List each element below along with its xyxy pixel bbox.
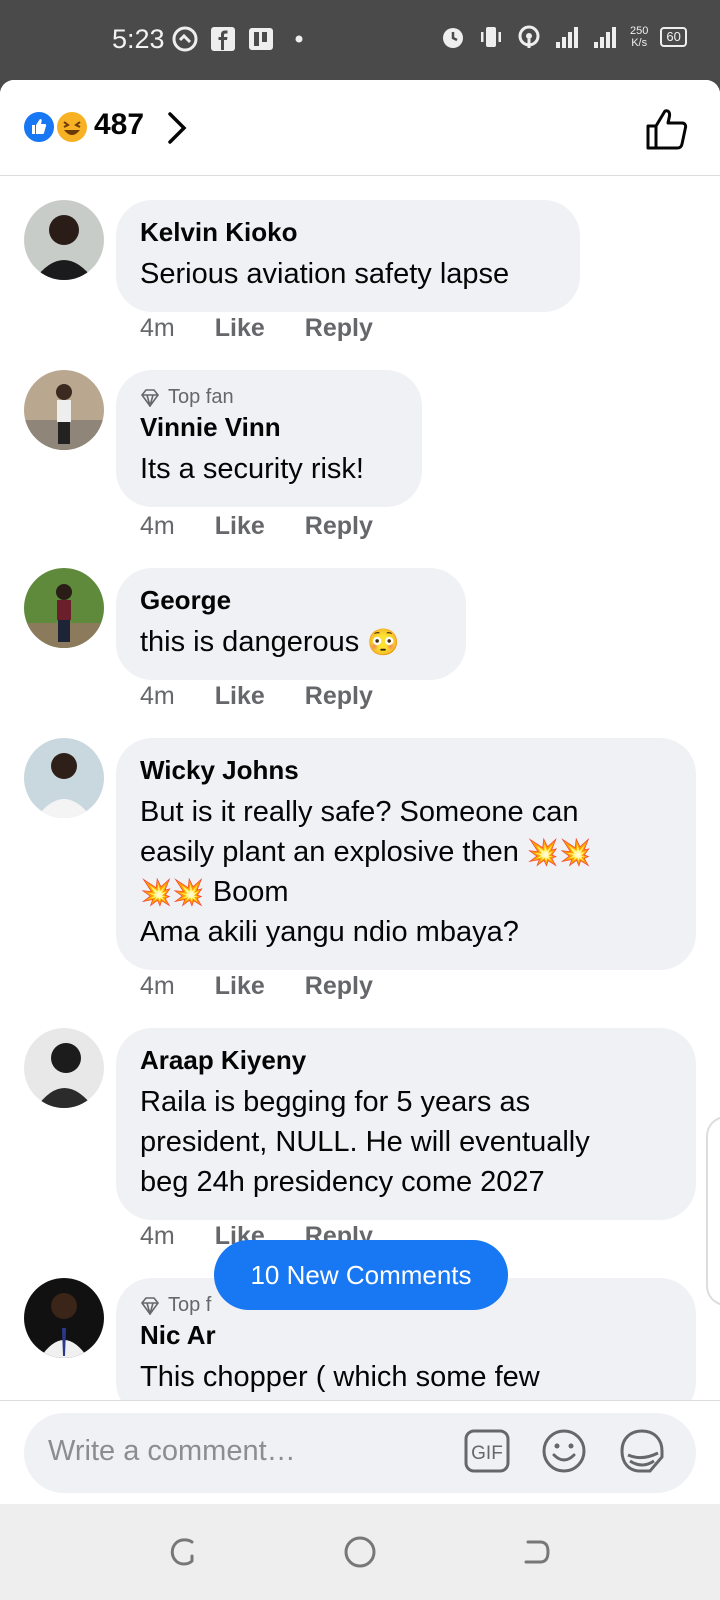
app-icon (249, 28, 273, 50)
comment-bubble[interactable]: Top fan Vinnie Vinn Its a security risk! (116, 370, 422, 507)
facebook-icon (211, 27, 235, 51)
reactions-summary-icon[interactable] (22, 110, 88, 144)
status-bar: 5:23 250 K/s 60 (0, 0, 720, 80)
comment-actions: 4m Like Reply (140, 972, 373, 1001)
comment-time[interactable]: 4m (140, 1222, 175, 1251)
comment-bubble[interactable]: Wicky Johns But is it really safe? Someo… (116, 738, 696, 970)
comment-text-line: Ama akili yangu ndio mbaya? (140, 916, 519, 948)
vpn-icon (172, 26, 198, 52)
comment-author[interactable]: Vinnie Vinn (140, 411, 398, 443)
comment-author[interactable]: Nic Ar (140, 1319, 672, 1351)
comment-text: Serious aviation safety lapse (140, 258, 510, 290)
hotspot-icon (518, 25, 540, 48)
comment-author[interactable]: Kelvin Kioko (140, 216, 556, 248)
emoji-icon[interactable] (540, 1427, 588, 1475)
reply-button[interactable]: Reply (305, 972, 373, 1001)
network-speed-unit: K/s (631, 37, 648, 49)
comment-text-part: easily plant an explosive then (140, 836, 519, 868)
back-icon[interactable] (518, 1534, 554, 1570)
thumbs-up-icon[interactable] (644, 106, 690, 152)
top-fan-label: Top f (168, 1294, 212, 1316)
comment-text-line: easily plant an explosive then 💥💥 (140, 832, 672, 872)
network-speed: 250 K/s (630, 25, 648, 49)
comment-author[interactable]: George (140, 584, 442, 616)
reply-button[interactable]: Reply (305, 512, 373, 541)
comment-actions: 4m Like Reply (140, 682, 373, 711)
avatar[interactable] (24, 370, 104, 450)
battery-indicator: 60 (660, 27, 687, 47)
sticker-icon[interactable] (616, 1427, 666, 1475)
signal-4g-icon (594, 27, 616, 48)
top-fan-label: Top fan (168, 386, 234, 408)
signal-icon (556, 27, 578, 48)
sheet-header: 487 (0, 80, 720, 176)
gif-icon[interactable]: GIF (464, 1429, 510, 1473)
comment-bubble[interactable]: Araap Kiyeny Raila is begging for 5 year… (116, 1028, 696, 1220)
comment-text-part: Boom (212, 876, 289, 908)
comment-input[interactable]: Write a comment… GIF (24, 1413, 696, 1493)
avatar[interactable] (24, 1278, 104, 1358)
new-comments-button[interactable]: 10 New Comments (214, 1240, 508, 1310)
like-button[interactable]: Like (215, 682, 265, 711)
comment-time[interactable]: 4m (140, 682, 175, 711)
comment-text: But is it really safe? Someone can easil… (140, 792, 672, 952)
status-left-icons (172, 26, 312, 52)
comment-bubble[interactable]: Kelvin Kioko Serious aviation safety lap… (116, 200, 580, 312)
comment-text-line: president, NULL. He will eventually (140, 1126, 590, 1158)
status-right-icons: 250 K/s 60 (440, 24, 687, 50)
chevron-right-icon[interactable] (166, 110, 190, 146)
vibrate-icon (481, 27, 501, 47)
comment-time[interactable]: 4m (140, 314, 175, 343)
comment-text-line: beg 24h presidency come 2027 (140, 1166, 545, 1198)
avatar[interactable] (24, 568, 104, 648)
reply-button[interactable]: Reply (305, 314, 373, 343)
scroll-edge-handle[interactable] (706, 1116, 720, 1306)
comment-text-line: But is it really safe? Someone can (140, 796, 579, 828)
avatar[interactable] (24, 200, 104, 280)
comment-text: Raila is begging for 5 years as presiden… (140, 1082, 672, 1202)
comment-time[interactable]: 4m (140, 512, 175, 541)
comment-bubble[interactable]: George this is dangerous 😳 (116, 568, 466, 680)
comment-text-line: Raila is begging for 5 years as (140, 1086, 531, 1118)
avatar[interactable] (24, 738, 104, 818)
system-nav-bar (0, 1504, 720, 1600)
diamond-icon (140, 1296, 160, 1315)
like-button[interactable]: Like (215, 972, 265, 1001)
comment-text: this is dangerous 😳 (140, 622, 442, 662)
comment-author[interactable]: Wicky Johns (140, 754, 672, 786)
network-speed-value: 250 (630, 25, 649, 37)
recents-icon[interactable] (166, 1534, 202, 1570)
status-time: 5:23 (112, 24, 165, 54)
alarm-icon (443, 28, 463, 48)
comment-author[interactable]: Araap Kiyeny (140, 1044, 672, 1076)
like-button[interactable]: Like (215, 314, 265, 343)
comment-text: Its a security risk! (140, 453, 364, 485)
flushed-face-emoji: 😳 (367, 627, 400, 657)
comment-actions: 4m Like Reply (140, 512, 373, 541)
dot-icon (295, 35, 303, 43)
top-fan-badge: Top fan (140, 386, 398, 409)
comment-input-placeholder: Write a comment… (48, 1435, 296, 1467)
comment-time[interactable]: 4m (140, 972, 175, 1001)
gif-label: GIF (471, 1443, 503, 1464)
collision-emoji: 💥💥 (526, 837, 592, 867)
reply-button[interactable]: Reply (305, 682, 373, 711)
comment-text-content: this is dangerous (140, 626, 360, 658)
comment-text: This chopper ( which some few (140, 1361, 540, 1393)
home-icon[interactable] (342, 1534, 378, 1570)
reaction-count[interactable]: 487 (94, 108, 144, 142)
diamond-icon (140, 388, 160, 407)
avatar[interactable] (24, 1028, 104, 1108)
collision-emoji: 💥💥 (140, 877, 205, 907)
comment-actions: 4m Like Reply (140, 314, 373, 343)
comment-text-line: 💥💥 Boom (140, 872, 672, 912)
like-button[interactable]: Like (215, 512, 265, 541)
comment-composer: Write a comment… GIF (0, 1400, 720, 1504)
